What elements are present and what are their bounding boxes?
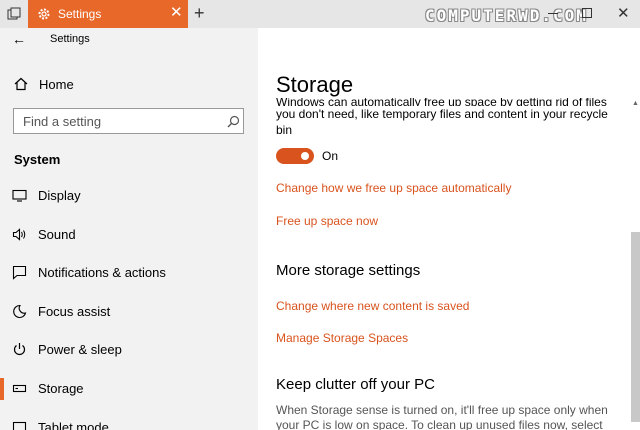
- change-content-saved-link[interactable]: Change where new content is saved: [276, 299, 469, 313]
- storage-icon: [12, 384, 27, 393]
- moon-icon: [13, 304, 27, 319]
- display-icon: [12, 189, 27, 202]
- sidebar-item-label: Display: [38, 188, 81, 203]
- window-icon[interactable]: [0, 0, 28, 28]
- sidebar-item-tablet-mode[interactable]: Tablet mode: [0, 417, 258, 430]
- sidebar-item-display[interactable]: Display: [0, 185, 258, 207]
- sidebar: ← Settings Home Find a setting System Di…: [0, 28, 258, 430]
- scroll-up-icon[interactable]: ▲: [632, 100, 639, 107]
- app-title: Settings: [50, 33, 90, 45]
- toggle-knob: [301, 152, 309, 160]
- tablet-icon: [12, 421, 27, 430]
- notifications-icon: [12, 265, 27, 280]
- change-free-up-link[interactable]: Change how we free up space automaticall…: [276, 181, 511, 195]
- title-bar: Settings ✕ + COMPUTERWD.COM ✕: [0, 0, 640, 28]
- sidebar-item-label: Sound: [38, 227, 76, 242]
- maximize-button[interactable]: [582, 8, 592, 18]
- new-tab-button[interactable]: +: [194, 3, 205, 23]
- gear-icon: [38, 8, 50, 20]
- watermark: COMPUTERWD.COM: [425, 6, 588, 25]
- search-icon[interactable]: [227, 115, 240, 128]
- page-title: Storage: [276, 72, 354, 97]
- scrollbar[interactable]: ▲: [630, 100, 640, 430]
- window-close-button[interactable]: ✕: [617, 4, 630, 22]
- clutter-heading: Keep clutter off your PC: [276, 376, 435, 393]
- free-up-space-now-link[interactable]: Free up space now: [276, 214, 378, 228]
- minimize-button[interactable]: [548, 13, 558, 14]
- sidebar-item-label: Power & sleep: [38, 342, 122, 357]
- sidebar-item-label: Storage: [38, 381, 84, 396]
- toggle-state-label: On: [322, 149, 339, 163]
- search-placeholder: Find a setting: [23, 114, 102, 129]
- home-icon: [14, 77, 28, 91]
- close-tab-icon[interactable]: ✕: [170, 5, 183, 21]
- sidebar-item-storage[interactable]: Storage: [0, 378, 258, 400]
- description-text: you don't need, like temporary files and…: [276, 107, 608, 137]
- storage-sense-description: Windows can automatically free up space …: [276, 98, 626, 144]
- tab-title: Settings: [58, 7, 102, 21]
- sidebar-item-focus-assist[interactable]: Focus assist: [0, 301, 258, 323]
- home-label: Home: [39, 77, 74, 92]
- sidebar-item-label: Notifications & actions: [38, 265, 166, 280]
- scroll-thumb[interactable]: [631, 232, 640, 422]
- power-icon: [13, 343, 26, 356]
- sidebar-item-sound[interactable]: Sound: [0, 224, 258, 246]
- storage-sense-toggle[interactable]: [276, 148, 314, 164]
- more-storage-heading: More storage settings: [276, 262, 421, 279]
- back-arrow-icon[interactable]: ←: [12, 31, 26, 47]
- main-panel: Storage Windows can automatically free u…: [258, 28, 640, 430]
- section-heading-system: System: [14, 152, 61, 167]
- sidebar-item-home[interactable]: Home: [0, 76, 258, 96]
- sidebar-item-label: Focus assist: [38, 304, 111, 319]
- sidebar-item-notifications[interactable]: Notifications & actions: [0, 262, 258, 284]
- manage-storage-spaces-link[interactable]: Manage Storage Spaces: [276, 331, 408, 345]
- sidebar-item-label: Tablet mode: [38, 420, 109, 430]
- search-input[interactable]: Find a setting: [13, 108, 244, 134]
- sidebar-item-power-sleep[interactable]: Power & sleep: [0, 339, 258, 361]
- description-line-clipped: Windows can automatically free up space …: [276, 98, 607, 106]
- clutter-description: When Storage sense is turned on, it'll f…: [276, 403, 608, 430]
- sound-icon: [12, 228, 26, 241]
- tab-settings[interactable]: Settings ✕: [28, 0, 188, 28]
